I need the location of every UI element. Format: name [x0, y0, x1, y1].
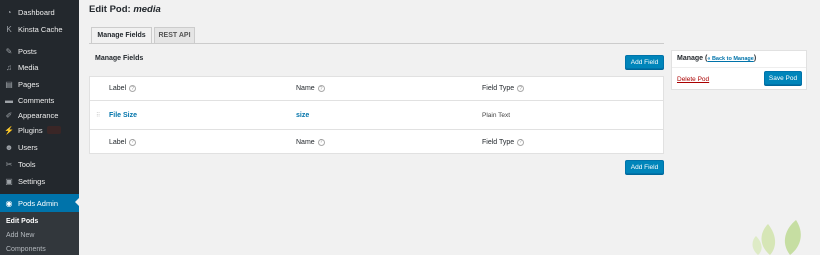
sidebar-item-settings[interactable]: ▣ Settings — [0, 173, 79, 189]
sidebar-item-pods-admin[interactable]: ◉ Pods Admin — [0, 194, 79, 212]
sidebar-item-plugins[interactable]: ⚡ Plugins — [0, 122, 79, 138]
users-icon: ☻ — [4, 142, 14, 152]
pod-name: media — [133, 4, 161, 15]
sidebar-item-comments[interactable]: ▬ Comments — [0, 92, 79, 108]
sidebar-item-pages[interactable]: ▤ Pages — [0, 76, 79, 92]
media-icon: ♫ — [6, 62, 12, 72]
manage-fields-heading: Manage Fields — [95, 55, 144, 62]
help-icon[interactable]: ? — [129, 85, 137, 92]
tab-manage-fields[interactable]: Manage Fields — [91, 27, 152, 43]
help-icon[interactable]: ? — [517, 138, 525, 146]
page-title: Edit Pod: media — [89, 4, 161, 15]
column-field-type-footer: Field Type ? — [482, 130, 525, 154]
tab-rest-api[interactable]: REST API — [154, 27, 195, 43]
sidebar-item-kinsta-cache[interactable]: K Kinsta Cache — [0, 21, 79, 37]
help-icon[interactable]: ? — [317, 138, 325, 146]
pods-icon: ◉ — [5, 198, 13, 208]
add-field-button-bottom[interactable]: Add Field — [625, 160, 664, 174]
add-field-button-top[interactable]: Add Field — [625, 55, 664, 69]
field-type-value: Plain Text — [482, 112, 511, 119]
help-icon[interactable]: ? — [129, 138, 137, 146]
submenu-components[interactable]: Components — [6, 246, 46, 253]
fields-table: Label ? Name ? Field Type ? ⠿ File Size … — [89, 76, 664, 154]
delete-pod-link[interactable]: Delete Pod — [677, 76, 709, 83]
leaves-decoration-icon — [752, 220, 801, 255]
field-name-link[interactable]: size — [296, 112, 309, 119]
pin-icon: ✎ — [5, 46, 13, 56]
submenu-edit-pods[interactable]: Edit Pods — [6, 218, 38, 225]
settings-icon: ▣ — [5, 176, 13, 186]
help-icon[interactable]: ? — [317, 85, 325, 92]
sidebar-item-tools[interactable]: ✂ Tools — [0, 156, 79, 172]
plugins-badge — [46, 126, 61, 134]
dashboard-icon: ◔ — [6, 7, 12, 17]
plugin-icon: ⚡ — [4, 125, 14, 135]
drag-handle-icon[interactable]: ⠿ — [96, 102, 100, 129]
wrench-icon: ✂ — [5, 159, 13, 169]
column-name-footer: Name ? — [296, 130, 325, 154]
manage-divider — [672, 67, 806, 68]
help-icon[interactable]: ? — [517, 85, 525, 92]
column-name: Name ? — [296, 77, 325, 100]
back-to-manage-link[interactable]: « Back to Manage — [707, 56, 753, 62]
brush-icon: ✐ — [5, 110, 13, 120]
manage-box-title: Manage (« Back to Manage) — [677, 55, 757, 62]
kinsta-icon: K — [6, 24, 12, 34]
column-field-type: Field Type ? — [482, 77, 525, 100]
sidebar-item-users[interactable]: ☻ Users — [0, 139, 79, 155]
table-footer-row: Label ? Name ? Field Type ? — [90, 130, 663, 154]
column-label: Label ? — [109, 77, 137, 100]
field-label-link[interactable]: File Size — [109, 112, 137, 119]
pods-submenu: Edit Pods Add New Components — [0, 212, 79, 255]
sidebar-item-posts[interactable]: ✎ Posts — [0, 43, 79, 59]
column-label-footer: Label ? — [109, 130, 137, 154]
sidebar-item-appearance[interactable]: ✐ Appearance — [0, 107, 79, 123]
table-row[interactable]: ⠿ File Size size Plain Text — [90, 102, 663, 130]
sidebar-item-media[interactable]: ♫ Media — [0, 59, 79, 75]
sidebar-item-dashboard[interactable]: ◔ Dashboard — [0, 4, 79, 20]
submenu-add-new[interactable]: Add New — [6, 232, 34, 239]
tab-divider — [89, 43, 664, 44]
admin-sidebar: ◔ Dashboard K Kinsta Cache ✎ Posts ♫ Med… — [0, 0, 79, 255]
save-pod-button[interactable]: Save Pod — [764, 71, 802, 85]
table-header-row: Label ? Name ? Field Type ? — [90, 77, 663, 101]
pages-icon: ▤ — [5, 79, 13, 89]
comments-icon: ▬ — [5, 95, 13, 105]
